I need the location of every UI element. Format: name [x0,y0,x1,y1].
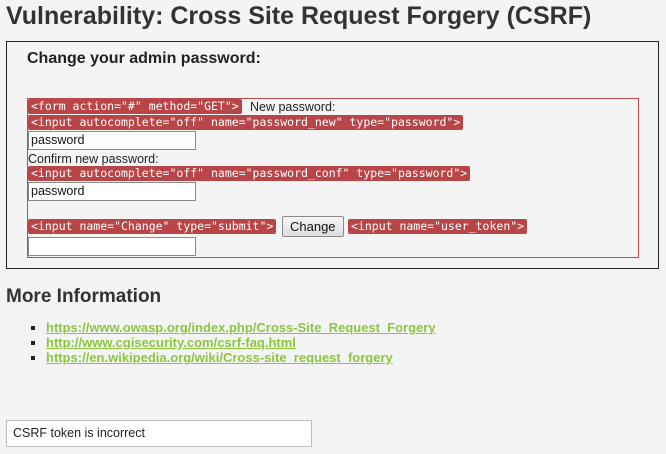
owasp-csrf-link[interactable]: https://www.owasp.org/index.php/Cross-Si… [46,320,436,335]
new-password-tag-label: <input autocomplete="off" name="password… [28,115,464,130]
list-item: https://en.wikipedia.org/wiki/Cross-site… [46,350,436,365]
confirm-password-label: Confirm new password: [28,152,159,166]
cgisecurity-csrf-faq-link[interactable]: http://www.cgisecurity.com/csrf-faq.html [46,335,296,350]
wikipedia-csrf-link[interactable]: https://en.wikipedia.org/wiki/Cross-site… [46,350,393,365]
submit-tag-label: <input name="Change" type="submit"> [28,219,277,234]
confirm-password-field[interactable]: password [28,182,196,201]
list-item: https://www.owasp.org/index.php/Cross-Si… [46,320,436,335]
user-token-tag-label: <input name="user_token"> [348,219,528,234]
new-password-label: New password: [250,100,336,114]
more-information-title: More Information [6,286,162,307]
change-button[interactable]: Change [282,216,344,237]
page-title: Vulnerability: Cross Site Request Forger… [6,2,592,30]
new-password-field[interactable]: password [28,131,196,150]
form-tag-label: <form action="#" method="GET"> [28,99,242,114]
password-change-form: <form action="#" method="GET"> New passw… [27,98,639,258]
reference-links-list: https://www.owasp.org/index.php/Cross-Si… [30,320,436,365]
user-token-field[interactable] [28,237,196,256]
confirm-password-tag-label: <input autocomplete="off" name="password… [28,166,471,181]
status-message: CSRF token is incorrect [6,420,312,447]
list-item: http://www.cgisecurity.com/csrf-faq.html [46,335,436,350]
csrf-panel: Change your admin password: <form action… [6,41,659,269]
panel-heading: Change your admin password: [27,50,261,67]
